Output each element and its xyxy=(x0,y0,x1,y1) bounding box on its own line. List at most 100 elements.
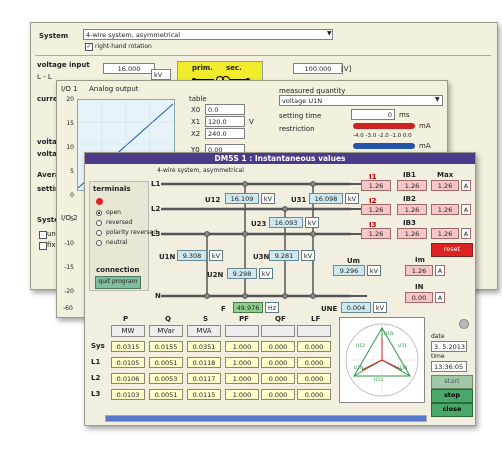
voltage-unit-select[interactable]: kV xyxy=(151,69,171,80)
time-field: 13:36:05 xyxy=(431,361,467,372)
fix-checkbox[interactable] xyxy=(39,242,47,250)
une-label: UNE xyxy=(321,305,338,313)
ib1-value: 1.26 xyxy=(397,180,427,191)
u23-label: U23 xyxy=(251,220,267,228)
fix-label: fix xyxy=(47,241,56,249)
table-cell: 0.0106 xyxy=(111,373,145,384)
um-value: 9.296 xyxy=(333,265,365,276)
voltage-input-label: voltage input xyxy=(37,61,90,69)
i3-value: 1.26 xyxy=(361,228,391,239)
voltage-primary-field[interactable]: 16.000 xyxy=(103,63,155,74)
u2n-value: 9.298 xyxy=(227,268,257,279)
table-cell: 0.0051 xyxy=(149,389,183,400)
restriction-bar xyxy=(353,123,415,129)
divider xyxy=(35,55,491,56)
phasor-label-u23: U23 xyxy=(374,378,384,383)
u23-value: 16.093 xyxy=(269,217,303,228)
u1n-value: 9.308 xyxy=(177,250,207,261)
u2n-unit: kV xyxy=(259,268,273,279)
voltage-primary-value: 16.000 xyxy=(117,65,141,73)
table-cell: 0.0105 xyxy=(111,357,145,368)
u1n-unit: kV xyxy=(209,250,223,261)
max3-value: 1.26 xyxy=(431,228,459,239)
u12-unit: kV xyxy=(261,193,275,204)
u3n-value: 9.281 xyxy=(269,250,299,261)
table-row-label: L2 xyxy=(91,374,101,382)
f-label: F xyxy=(221,305,226,313)
setting-time-field[interactable]: 0 xyxy=(351,109,395,120)
rotation-checkbox[interactable]: ✓ xyxy=(85,43,93,51)
y-tick-label: -20 xyxy=(64,288,74,295)
im-unit: A xyxy=(435,265,445,276)
u3n-label: U3N xyxy=(253,253,270,261)
stop-button[interactable]: stop xyxy=(431,389,473,403)
voltage-secondary-field[interactable]: 100.000 xyxy=(293,63,343,74)
u31-unit: kV xyxy=(345,193,359,204)
y-tick-label: -10 xyxy=(64,240,74,247)
im-value: 1.26 xyxy=(405,265,433,276)
table-header-pf: PF xyxy=(239,315,249,323)
table-cell: 0.000 xyxy=(297,341,331,352)
reset-button[interactable]: reset xyxy=(431,243,473,257)
phasor-label-u3n: U3N xyxy=(398,366,408,371)
table-cell: 0.0051 xyxy=(149,357,183,368)
horizontal-scrollbar[interactable] xyxy=(105,415,427,422)
voltage-secondary-value: 100.000 xyxy=(304,65,332,73)
x0-field[interactable]: 0.0 xyxy=(205,104,245,115)
une-unit: kV xyxy=(373,302,387,313)
u12-value: 16.109 xyxy=(225,193,259,204)
close-button[interactable]: close xyxy=(431,403,473,417)
max3-unit: A xyxy=(461,228,471,239)
x1-value: 120.0 xyxy=(208,118,227,126)
in-unit: A xyxy=(435,292,445,303)
phasor-diagram xyxy=(345,323,419,397)
table-cell: 0.0155 xyxy=(149,341,183,352)
scrollbar-thumb[interactable] xyxy=(106,416,426,421)
chevron-down-icon[interactable]: ▼ xyxy=(435,96,440,103)
start-button[interactable]: start xyxy=(431,375,473,389)
phasor-diagram-panel: U1N U12 U31 U23 U2N U3N xyxy=(339,317,425,403)
x2-label: X2 xyxy=(191,130,201,138)
i1-value: 1.26 xyxy=(361,180,391,191)
io2-label: I/O 2 xyxy=(61,214,78,222)
date-label: date xyxy=(431,333,445,340)
table-header-s: S xyxy=(203,315,209,323)
chevron-down-icon[interactable]: ▼ xyxy=(327,30,332,37)
table-header-lf: LF xyxy=(311,315,321,323)
phasor-label-u31: U31 xyxy=(398,344,408,349)
um-unit: kV xyxy=(367,265,381,276)
in-value: 0.00 xyxy=(405,292,433,303)
table-header-p: P xyxy=(123,315,129,323)
y-tick-label: 10 xyxy=(66,144,74,151)
rotation-label: right-hand rotation xyxy=(95,43,152,50)
table-cell: 1.000 xyxy=(225,389,259,400)
u12-label: U12 xyxy=(205,196,221,204)
x-tick-left: -60 xyxy=(63,305,73,312)
measured-quantity-select[interactable]: voltage U1N xyxy=(279,95,443,106)
y-tick-label: -15 xyxy=(64,264,74,271)
date-field: 3. 5.2013 xyxy=(431,341,467,352)
setting-time-value: 0 xyxy=(387,111,392,119)
x1-field[interactable]: 120.0 xyxy=(205,116,245,127)
f-unit: Hz xyxy=(265,302,279,313)
n-label: N xyxy=(155,292,161,300)
i2-value: 1.26 xyxy=(361,204,391,215)
u1n-label: U1N xyxy=(159,253,176,261)
un-checkbox[interactable] xyxy=(39,231,47,239)
table-cell: 0.000 xyxy=(261,389,295,400)
l2-label: L2 xyxy=(151,205,161,213)
x2-field[interactable]: 240.0 xyxy=(205,128,245,139)
x0-value: 0.0 xyxy=(208,106,219,114)
u31-label: U31 xyxy=(291,196,307,204)
table-cell: 0.000 xyxy=(297,357,331,368)
reset-label: reset xyxy=(443,245,461,253)
u2n-label: U2N xyxy=(207,271,224,279)
prim-label: prim. xyxy=(192,64,213,72)
im-label: Im xyxy=(415,256,425,264)
table-cell: 0.000 xyxy=(261,373,295,384)
system-label: System xyxy=(39,32,69,40)
restriction-bar-2 xyxy=(353,143,415,149)
system-select[interactable]: 4-wire system, asymmetrical xyxy=(83,29,333,40)
table-header-qf: QF xyxy=(275,315,286,323)
phasor-label-u12: U12 xyxy=(356,344,366,349)
